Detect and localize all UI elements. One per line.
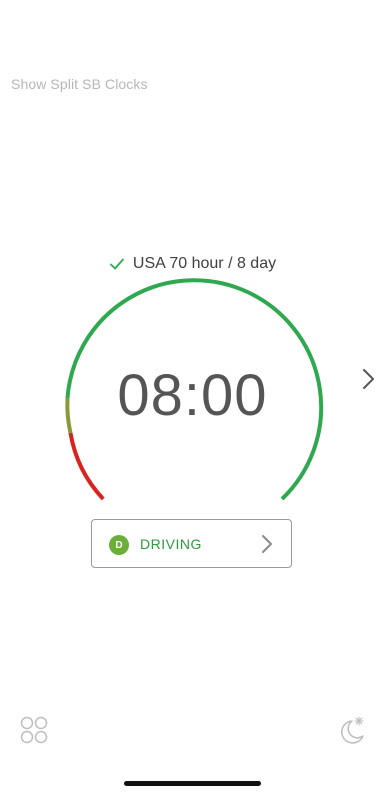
duty-status-button[interactable]: D DRIVING — [91, 519, 292, 568]
chevron-right-icon[interactable] — [358, 366, 378, 392]
driving-status-badge: D — [109, 535, 129, 555]
chevron-right-icon — [262, 535, 272, 553]
remaining-time-clock: 08:00 — [117, 363, 268, 428]
home-indicator[interactable] — [124, 781, 261, 786]
duty-status-label: DRIVING — [140, 536, 202, 552]
moon-star-icon[interactable] — [337, 715, 367, 745]
gauge-danger-arc — [68, 432, 105, 501]
apps-grid-icon[interactable] — [19, 715, 49, 745]
